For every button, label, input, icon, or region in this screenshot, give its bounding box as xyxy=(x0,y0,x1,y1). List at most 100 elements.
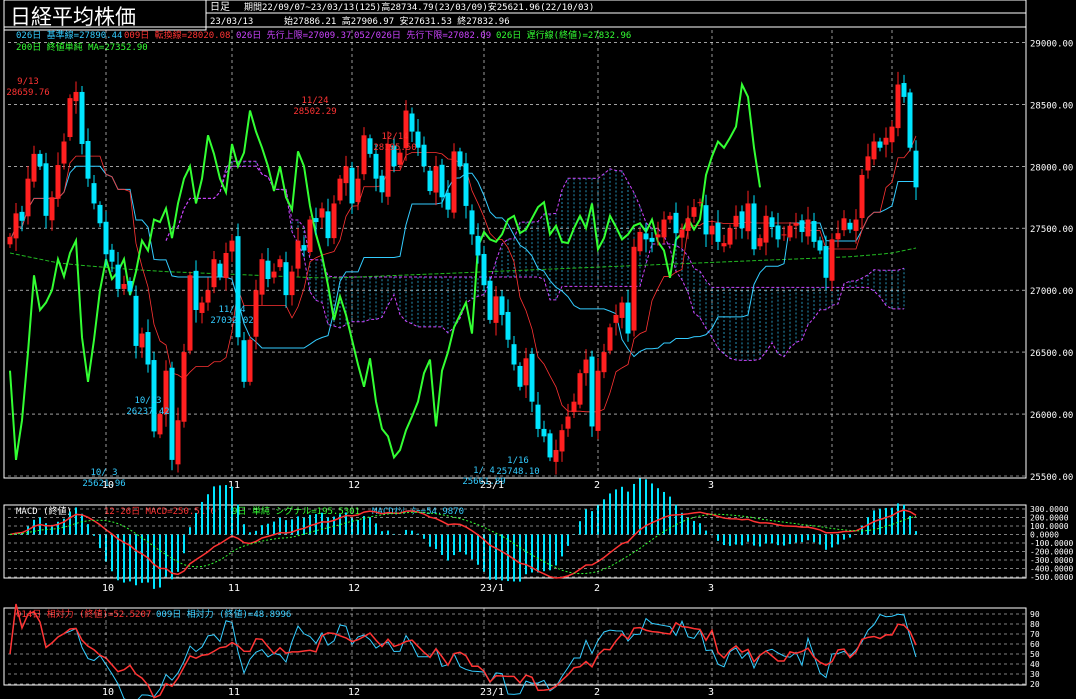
candle-body xyxy=(175,420,181,465)
candle-body xyxy=(667,215,673,220)
legend-ma: 200日 終値単純 MA=27352.90 xyxy=(16,41,148,53)
candle-body xyxy=(241,340,247,382)
ma-200-line xyxy=(9,247,917,279)
candle-body xyxy=(157,414,163,435)
rsi-date-tick-label: 10 xyxy=(102,687,114,698)
last-date: 23/03/13 xyxy=(210,17,253,27)
candle-body xyxy=(181,352,187,422)
candle-body xyxy=(727,228,733,245)
candle-body xyxy=(115,264,121,289)
candle-body xyxy=(337,178,343,201)
macd-date-tick-label: 3 xyxy=(708,583,714,594)
annotation-date: 1/ 4 xyxy=(473,466,495,476)
candle-body xyxy=(31,153,37,182)
rsi-date-tick-label: 11 xyxy=(228,687,240,698)
rsi-tick-label: 60 xyxy=(1030,640,1040,649)
candle-body xyxy=(193,270,199,310)
rsi-date-tick-label: 2 xyxy=(594,687,600,698)
ohlc-info: 始27886.21 高27906.97 安27631.53 終27832.96 xyxy=(284,15,510,27)
candle-body xyxy=(901,83,907,97)
candle-body xyxy=(763,215,769,243)
candle-body xyxy=(73,91,79,102)
candle-body xyxy=(889,126,895,143)
candle-body xyxy=(787,225,793,238)
candle-body xyxy=(541,428,547,437)
annotation-date: 11/24 xyxy=(301,96,328,106)
annotation-value: 28195.50 xyxy=(373,143,416,153)
candle-body xyxy=(187,275,193,351)
candle-body xyxy=(691,207,697,217)
macd-line xyxy=(9,509,917,579)
candle-body xyxy=(25,178,31,217)
candle-body xyxy=(199,302,205,313)
rsi-tick-label: 90 xyxy=(1030,610,1040,619)
date-tick-label: 10 xyxy=(102,480,114,491)
candle-body xyxy=(517,365,523,387)
legend-senkou-a: 026日 先行上限=27009.37 xyxy=(236,29,351,41)
candle-body xyxy=(451,151,457,213)
legend-kijun: 026日 基準線=27890.44 xyxy=(16,29,122,41)
candle-body xyxy=(127,280,133,292)
candle-body xyxy=(883,137,889,145)
candle-body xyxy=(259,259,265,295)
candle-body xyxy=(49,197,55,221)
candle-body xyxy=(85,141,91,179)
candle-body xyxy=(895,84,901,129)
annotation-date: 10/13 xyxy=(134,396,161,406)
candle-body xyxy=(907,92,913,148)
price-tick-label: 27500.00 xyxy=(1030,225,1073,235)
candle-body xyxy=(325,211,331,239)
legend-senkou-b: 052/026日 先行下限=27082.09 xyxy=(354,29,491,41)
candle-body xyxy=(721,243,727,247)
candle-body xyxy=(355,178,361,202)
candle-body xyxy=(499,296,505,315)
candle-body xyxy=(67,98,73,138)
candle-body xyxy=(169,367,175,460)
candle-body xyxy=(619,302,625,318)
price-tick-label: 26000.00 xyxy=(1030,411,1073,421)
rsi-tick-label: 80 xyxy=(1030,620,1040,629)
candle-body xyxy=(871,141,877,160)
price-tick-label: 29000.00 xyxy=(1030,39,1073,49)
legend-chikou: 026日 遅行線(終値)=27832.96 xyxy=(496,29,631,41)
senkou-span-a-line xyxy=(165,160,905,361)
candle-body xyxy=(823,246,829,278)
candle-body xyxy=(865,156,871,171)
candle-body xyxy=(553,449,559,462)
candle-body xyxy=(877,141,883,148)
chart-header: 日経平均株価 日足 期間22/09/07~23/03/13(125)高28734… xyxy=(3,0,1027,31)
candle-body xyxy=(469,210,475,235)
candle-body xyxy=(847,222,853,230)
candle-body xyxy=(841,218,847,231)
candle-body xyxy=(145,332,151,365)
candle-body xyxy=(367,138,373,154)
stock-chart: 日経平均株価 日足 期間22/09/07~23/03/13(125)高28734… xyxy=(3,0,1074,699)
rsi-tick-label: 40 xyxy=(1030,660,1040,669)
date-tick-label: 2 xyxy=(594,480,600,491)
candle-body xyxy=(565,416,571,429)
rsi-tick-label: 20 xyxy=(1030,680,1040,689)
candle-body xyxy=(265,260,271,280)
candle-body xyxy=(223,253,229,279)
candle-body xyxy=(799,220,805,232)
candle-body xyxy=(733,215,739,227)
candle-body xyxy=(301,245,307,251)
date-tick-label: 3 xyxy=(708,480,714,491)
candle-body xyxy=(277,259,283,268)
candle-body xyxy=(829,239,835,281)
annotation-value: 28502.29 xyxy=(293,107,336,117)
candle-body xyxy=(313,218,319,223)
candle-body xyxy=(511,344,517,365)
candle-body xyxy=(229,240,235,252)
annotation-value: 28659.76 xyxy=(6,88,49,98)
annotation-date: 1/16 xyxy=(507,456,529,466)
macd-date-tick-label: 2 xyxy=(594,583,600,594)
price-tick-label: 27000.00 xyxy=(1030,287,1073,297)
candle-body xyxy=(463,163,469,206)
candle-body xyxy=(457,151,463,167)
candle-body xyxy=(343,166,349,184)
candle-body xyxy=(61,141,67,164)
candle-body xyxy=(613,314,619,323)
macd-date-tick-label: 23/1 xyxy=(480,583,504,594)
candle-body xyxy=(289,271,295,296)
